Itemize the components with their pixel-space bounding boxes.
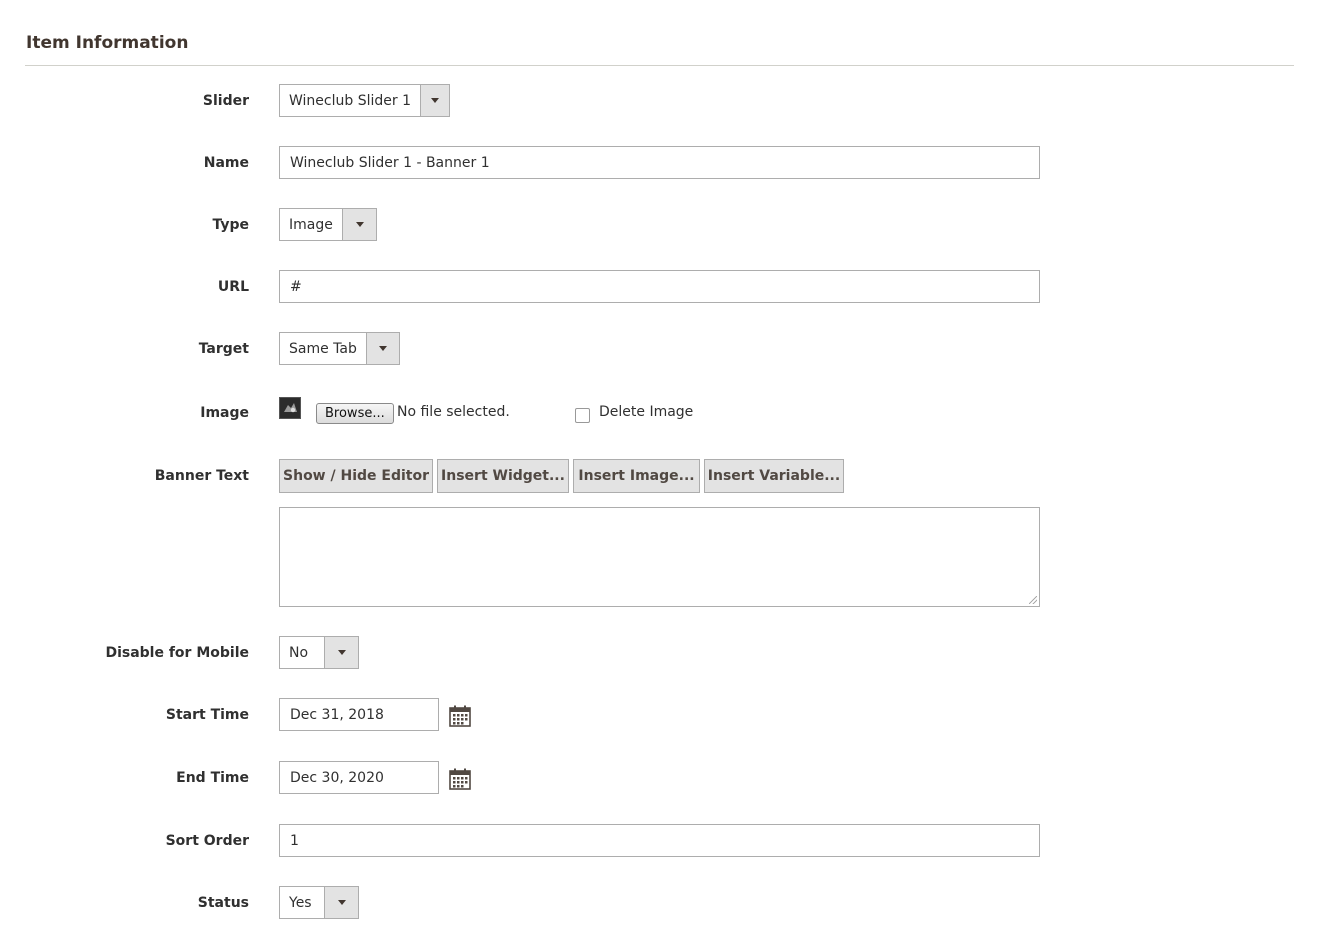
type-label: Type [212,217,249,233]
image-thumbnail[interactable] [279,397,301,419]
disable-mobile-select-value: No [289,644,309,661]
type-select[interactable]: Image [279,208,377,241]
url-label: URL [217,279,249,295]
start-time-input[interactable]: Dec 31, 2018 [279,698,439,731]
browse-button[interactable]: Browse... [316,403,394,424]
insert-variable-button[interactable]: Insert Variable... [704,459,844,493]
name-label: Name [203,155,249,171]
calendar-icon[interactable] [448,704,472,728]
start-time-label: Start Time [165,707,249,723]
chevron-down-icon[interactable] [324,887,358,918]
delete-image-label[interactable]: Delete Image [599,404,693,420]
disable-mobile-select[interactable]: No [279,636,359,669]
sort-order-label: Sort Order [165,833,249,849]
image-label: Image [200,405,249,421]
calendar-icon[interactable] [448,767,472,791]
field-type: Type Image [0,208,1344,242]
field-slider: Slider Wineclub Slider 1 [0,84,1344,118]
field-url: URL # [0,270,1344,304]
slider-label: Slider [202,93,249,109]
status-select-value: Yes [289,894,312,911]
slider-select[interactable]: Wineclub Slider 1 [279,84,450,117]
section-title: Item Information [26,33,189,53]
end-time-label: End Time [176,770,249,786]
status-select[interactable]: Yes [279,886,359,919]
chevron-down-icon[interactable] [420,85,449,116]
delete-image-checkbox[interactable] [575,408,590,423]
type-select-value: Image [289,216,333,233]
name-input[interactable]: Wineclub Slider 1 - Banner 1 [279,146,1040,179]
target-select[interactable]: Same Tab [279,332,400,365]
field-target: Target Same Tab [0,332,1344,366]
chevron-down-icon[interactable] [342,209,376,240]
url-input[interactable]: # [279,270,1040,303]
field-start-time: Start Time Dec 31, 2018 [0,698,1344,732]
insert-image-button[interactable]: Insert Image... [573,459,700,493]
slider-select-value: Wineclub Slider 1 [289,92,411,109]
resize-grip-icon[interactable] [1029,596,1037,604]
banner-text-textarea[interactable] [279,507,1040,607]
chevron-down-icon[interactable] [324,637,358,668]
file-status: No file selected. [397,404,510,420]
section-divider [25,65,1294,66]
disable-mobile-label: Disable for Mobile [105,645,249,661]
target-label: Target [198,341,249,357]
field-banner-text: Banner Text Show / Hide Editor Insert Wi… [0,459,1344,493]
image-preview-icon [280,398,300,418]
banner-text-label: Banner Text [154,468,249,484]
status-label: Status [197,895,249,911]
field-name: Name Wineclub Slider 1 - Banner 1 [0,146,1344,180]
field-end-time: End Time Dec 30, 2020 [0,761,1344,795]
toggle-editor-button[interactable]: Show / Hide Editor [279,459,433,493]
insert-widget-button[interactable]: Insert Widget... [437,459,569,493]
field-sort-order: Sort Order 1 [0,824,1344,858]
end-time-input[interactable]: Dec 30, 2020 [279,761,439,794]
field-disable-mobile: Disable for Mobile No [0,636,1344,670]
target-select-value: Same Tab [289,340,357,357]
sort-order-input[interactable]: 1 [279,824,1040,857]
field-status: Status Yes [0,886,1344,920]
chevron-down-icon[interactable] [365,333,399,364]
